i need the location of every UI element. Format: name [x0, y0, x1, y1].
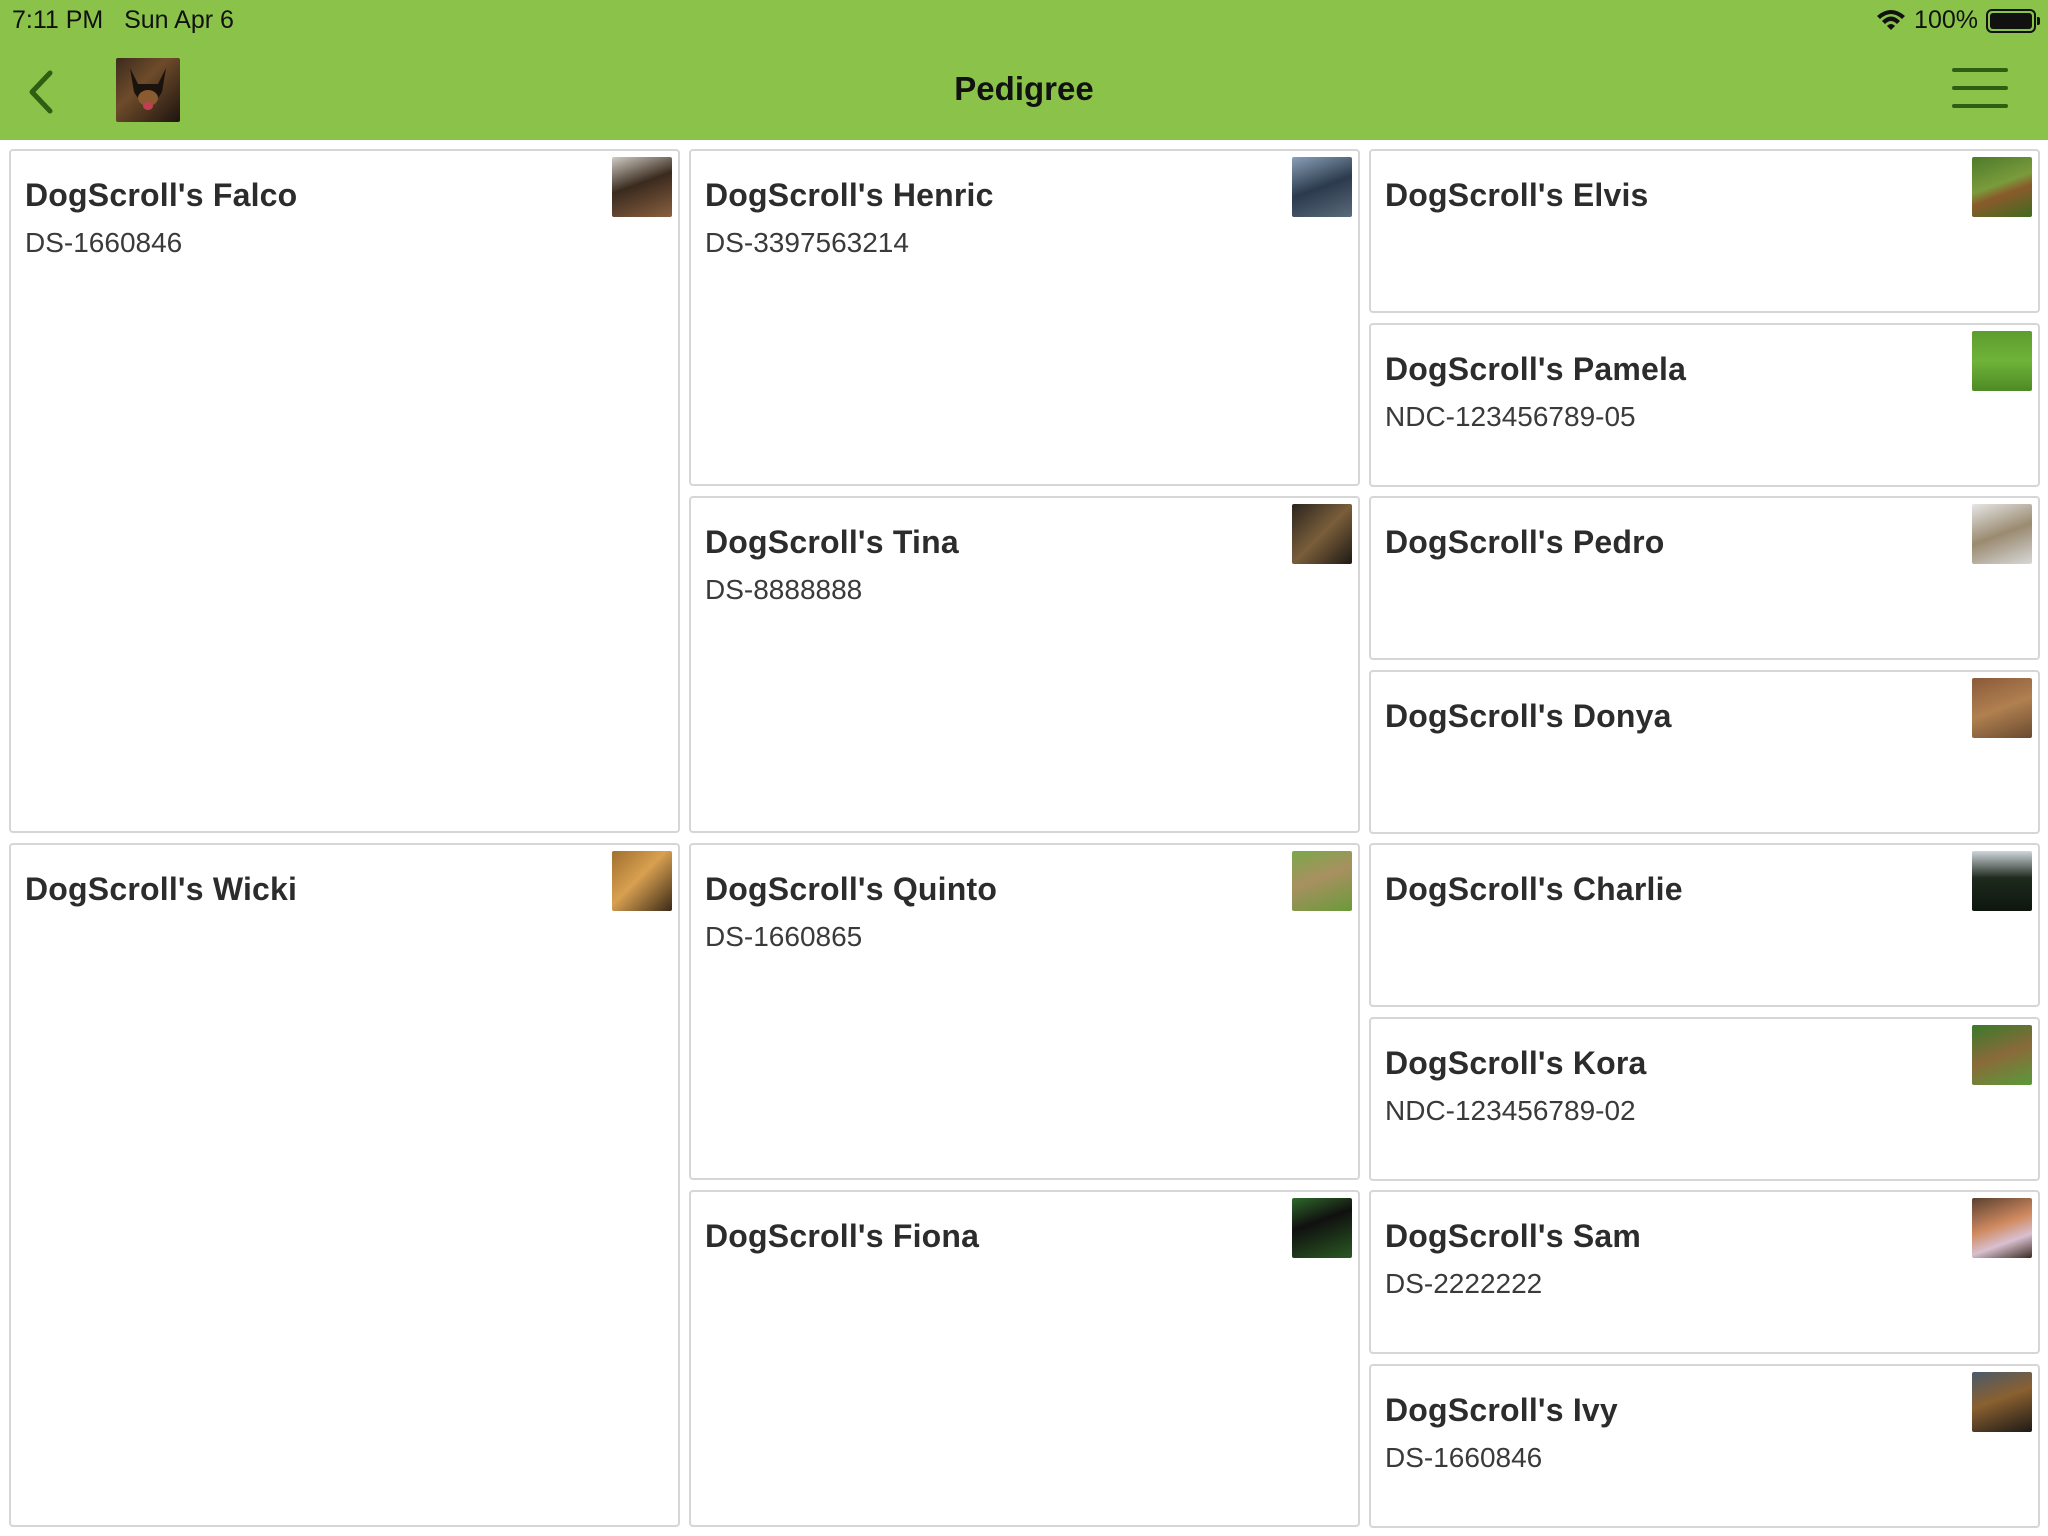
- dog-name: DogScroll's Quinto: [705, 871, 998, 907]
- dog-name: DogScroll's Pamela: [1385, 351, 1687, 387]
- dog-name: DogScroll's Donya: [1385, 698, 1672, 734]
- dog-thumbnail: [612, 157, 672, 217]
- dog-thumbnail: [1972, 1025, 2032, 1085]
- pedigree-card-dd-sire[interactable]: DogScroll's Sam DS-2222222: [1369, 1190, 2040, 1354]
- battery-percent: 100%: [1914, 6, 1978, 34]
- dog-thumbnail: [1972, 1372, 2032, 1432]
- date-label: Sun Apr 6: [124, 6, 234, 34]
- menu-button[interactable]: [1952, 68, 2008, 108]
- pedigree-card-dd-dam[interactable]: DogScroll's Ivy DS-1660846: [1369, 1364, 2040, 1528]
- dog-thumbnail: [1292, 1198, 1352, 1258]
- wifi-icon: [1877, 9, 1906, 30]
- dog-thumbnail: [1292, 157, 1352, 217]
- dog-registration: DS-1660865: [705, 921, 863, 952]
- dog-registration: NDC-123456789-05: [1385, 401, 1636, 432]
- pedigree-card-sire-dam[interactable]: DogScroll's Tina DS-8888888: [689, 496, 1360, 833]
- pedigree-card-ds-dam[interactable]: DogScroll's Kora NDC-123456789-02: [1369, 1017, 2040, 1181]
- dog-thumbnail: [1972, 1198, 2032, 1258]
- dog-thumbnail: [1292, 504, 1352, 564]
- dog-name: DogScroll's Elvis: [1385, 177, 1649, 213]
- dog-thumbnail: [1972, 157, 2032, 217]
- dog-registration: NDC-123456789-02: [1385, 1095, 1636, 1126]
- dog-registration: DS-1660846: [25, 227, 183, 258]
- dog-thumbnail: [1292, 851, 1352, 911]
- dog-name: DogScroll's Falco: [25, 177, 298, 213]
- status-indicators: 100%: [1876, 6, 2040, 35]
- dog-name: DogScroll's Ivy: [1385, 1392, 1618, 1428]
- dog-thumbnail: [1972, 851, 2032, 911]
- dog-registration: DS-8888888: [705, 574, 863, 605]
- battery-icon: [1986, 8, 2040, 33]
- pedigree-card-dam-sire[interactable]: DogScroll's Quinto DS-1660865: [689, 843, 1360, 1180]
- dog-thumbnail: [612, 851, 672, 911]
- dog-thumbnail: [1972, 504, 2032, 564]
- pedigree-card-sd-sire[interactable]: DogScroll's Pedro: [1369, 496, 2040, 660]
- dog-name: DogScroll's Charlie: [1385, 871, 1683, 907]
- pedigree-card-dam-dam[interactable]: DogScroll's Fiona: [689, 1190, 1360, 1527]
- hamburger-menu-icon: [1952, 68, 2008, 72]
- dog-name: DogScroll's Kora: [1385, 1045, 1647, 1081]
- pedigree-card-sire-sire[interactable]: DogScroll's Henric DS-3397563214: [689, 149, 1360, 486]
- dog-thumbnail: [1972, 331, 2032, 391]
- dog-thumbnail: [1972, 678, 2032, 738]
- page-title: Pedigree: [954, 70, 1094, 107]
- dog-name: DogScroll's Tina: [705, 524, 959, 560]
- pedigree-card-ds-sire[interactable]: DogScroll's Charlie: [1369, 843, 2040, 1007]
- dog-name: DogScroll's Fiona: [705, 1218, 980, 1254]
- dog-name: DogScroll's Sam: [1385, 1218, 1642, 1254]
- dog-registration: DS-2222222: [1385, 1268, 1543, 1299]
- status-time: 7:11 PM Sun Apr 6: [12, 6, 234, 35]
- time-label: 7:11 PM: [12, 6, 104, 34]
- top-bar: 7:11 PM Sun Apr 6 100% Pedigree: [0, 0, 2048, 140]
- dog-registration: DS-3397563214: [705, 227, 909, 258]
- pedigree-card-dam[interactable]: DogScroll's Wicki: [9, 843, 680, 1527]
- pedigree-card-sire[interactable]: DogScroll's Falco DS-1660846: [9, 149, 680, 833]
- pedigree-card-ss-sire[interactable]: DogScroll's Elvis: [1369, 149, 2040, 313]
- dog-registration: DS-1660846: [1385, 1442, 1543, 1473]
- dog-name: DogScroll's Wicki: [25, 871, 298, 907]
- pedigree-card-sd-dam[interactable]: DogScroll's Donya: [1369, 670, 2040, 834]
- dog-name: DogScroll's Henric: [705, 177, 994, 213]
- pedigree-card-ss-dam[interactable]: DogScroll's Pamela NDC-123456789-05: [1369, 323, 2040, 487]
- dog-name: DogScroll's Pedro: [1385, 524, 1665, 560]
